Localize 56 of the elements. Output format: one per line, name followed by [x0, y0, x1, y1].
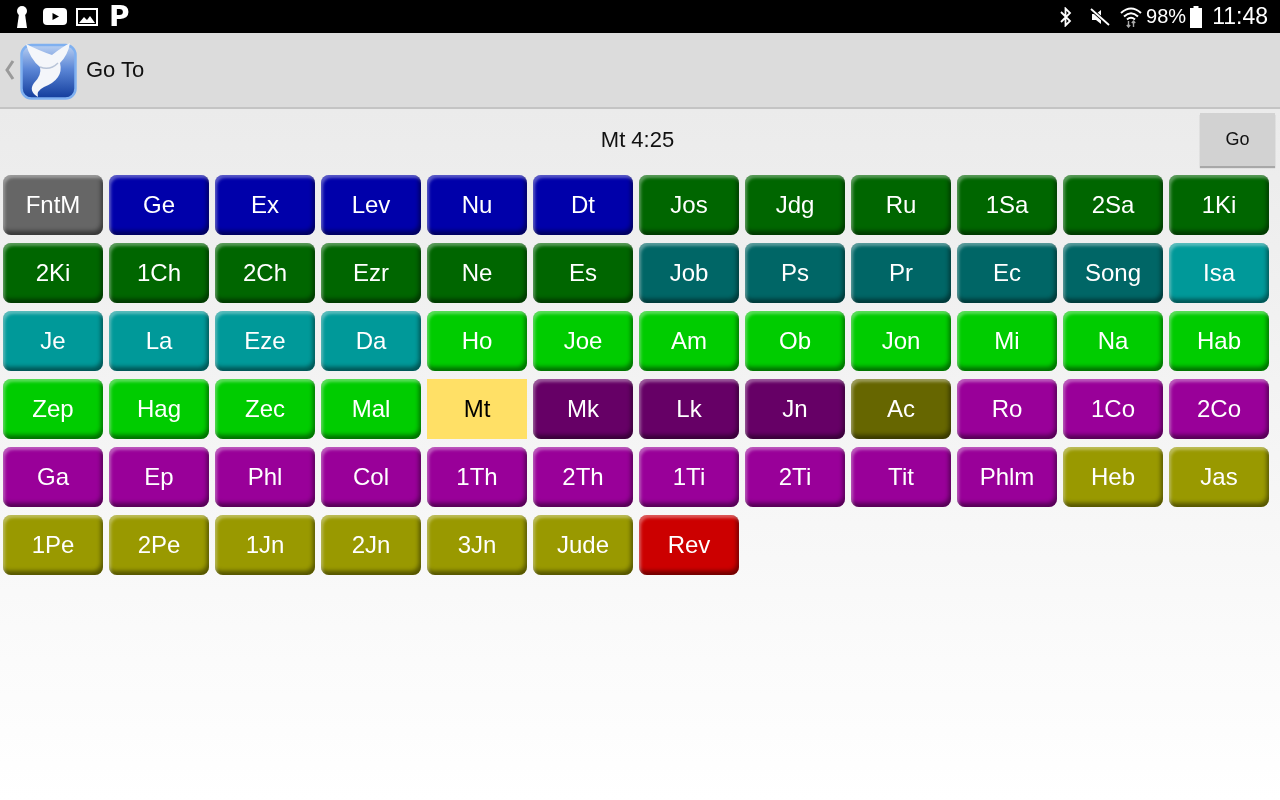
book-button[interactable]: 1Co [1063, 379, 1163, 439]
book-button[interactable]: FntM [3, 175, 103, 235]
book-button[interactable]: 1Sa [957, 175, 1057, 235]
book-button[interactable]: 1Ti [639, 447, 739, 507]
book-button[interactable]: Lk [639, 379, 739, 439]
book-button[interactable]: 2Th [533, 447, 633, 507]
go-button[interactable]: Go [1200, 113, 1275, 166]
book-button[interactable]: 2Ki [3, 243, 103, 303]
book-button[interactable]: 2Ch [215, 243, 315, 303]
book-button[interactable]: Dt [533, 175, 633, 235]
book-button[interactable]: Ru [851, 175, 951, 235]
screen-title: Go To [86, 57, 145, 83]
book-button[interactable]: Ezr [321, 243, 421, 303]
app-logo-icon[interactable] [20, 40, 77, 100]
mute-icon [1090, 7, 1111, 26]
notification-glyph: P [109, 1, 130, 32]
book-button[interactable]: Ne [427, 243, 527, 303]
book-button[interactable]: Col [321, 447, 421, 507]
book-button[interactable]: Jos [639, 175, 739, 235]
reference-text: Mt 4:25 [600, 126, 675, 153]
image-icon [76, 7, 98, 26]
book-button[interactable]: Song [1063, 243, 1163, 303]
book-button[interactable]: Phl [215, 447, 315, 507]
clock-time: 11:48 [1212, 3, 1268, 30]
book-button[interactable]: 1Th [427, 447, 527, 507]
book-button[interactable]: 1Ki [1169, 175, 1269, 235]
book-button[interactable]: 2Sa [1063, 175, 1163, 235]
book-button[interactable]: Pr [851, 243, 951, 303]
keyhole-icon [15, 5, 29, 28]
book-button[interactable]: Lev [321, 175, 421, 235]
book-button[interactable]: Ep [109, 447, 209, 507]
book-button[interactable]: Ga [3, 447, 103, 507]
book-button[interactable]: Es [533, 243, 633, 303]
book-button[interactable]: Jn [745, 379, 845, 439]
play-icon [43, 8, 67, 25]
book-button[interactable]: Jdg [745, 175, 845, 235]
wifi-icon [1120, 5, 1143, 28]
book-button[interactable]: Ec [957, 243, 1057, 303]
book-button[interactable]: Rev [639, 515, 739, 575]
book-button[interactable]: Ex [215, 175, 315, 235]
book-button[interactable]: Job [639, 243, 739, 303]
book-button[interactable]: 2Co [1169, 379, 1269, 439]
battery-percent: 98% [1146, 5, 1187, 28]
book-button[interactable]: Phlm [957, 447, 1057, 507]
bluetooth-icon [1060, 6, 1073, 27]
book-button[interactable]: Ps [745, 243, 845, 303]
book-button[interactable]: Ro [957, 379, 1057, 439]
book-button[interactable]: Nu [427, 175, 527, 235]
book-button[interactable]: 2Ti [745, 447, 845, 507]
book-button[interactable]: Ge [109, 175, 209, 235]
book-button[interactable]: Tit [851, 447, 951, 507]
book-button[interactable]: 1Ch [109, 243, 209, 303]
book-button[interactable]: Ac [851, 379, 951, 439]
book-button[interactable]: Mt [427, 379, 527, 439]
book-button[interactable]: Mk [533, 379, 633, 439]
battery-icon [1190, 5, 1203, 28]
